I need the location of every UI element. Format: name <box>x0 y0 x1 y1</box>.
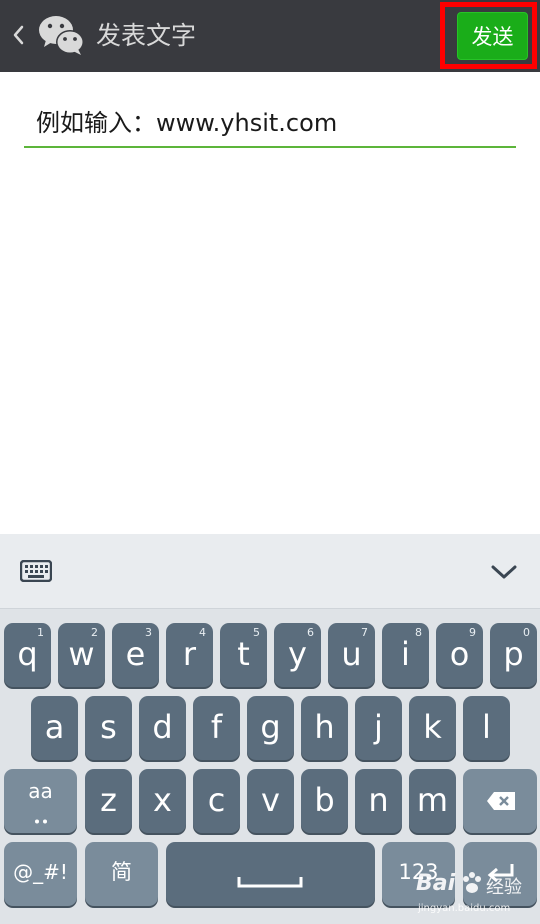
key-e[interactable]: 3e <box>112 623 159 687</box>
post-text-input[interactable]: 例如输入：www.yhsit.com <box>24 100 516 148</box>
key-y[interactable]: 6y <box>274 623 321 687</box>
key-r[interactable]: 4r <box>166 623 213 687</box>
key-o[interactable]: 9o <box>436 623 483 687</box>
key-h[interactable]: h <box>301 696 348 760</box>
key-p[interactable]: 0p <box>490 623 537 687</box>
key-d[interactable]: d <box>139 696 186 760</box>
key-t[interactable]: 5t <box>220 623 267 687</box>
back-arrow-icon[interactable] <box>10 20 28 50</box>
wechat-logo-icon <box>39 16 84 55</box>
key-v[interactable]: v <box>247 769 294 833</box>
key-z[interactable]: z <box>85 769 132 833</box>
page-title: 发表文字 <box>96 21 197 50</box>
backspace-icon <box>487 792 515 810</box>
post-text-value: 例如输入：www.yhsit.com <box>36 109 338 137</box>
key-f[interactable]: f <box>193 696 240 760</box>
key-a[interactable]: a <box>31 696 78 760</box>
backspace-key[interactable] <box>463 769 537 833</box>
key-s[interactable]: s <box>85 696 132 760</box>
space-key[interactable] <box>166 842 375 906</box>
key-b[interactable]: b <box>301 769 348 833</box>
baidu-paw-icon <box>463 872 481 893</box>
watermark-url: jingyan.baidu.com <box>418 903 511 914</box>
key-g[interactable]: g <box>247 696 294 760</box>
collapse-keyboard-icon[interactable] <box>490 562 518 582</box>
key-m[interactable]: m <box>409 769 456 833</box>
key-u[interactable]: 7u <box>328 623 375 687</box>
keyboard-toolbar <box>0 534 540 609</box>
send-button[interactable]: 发送 <box>457 12 528 60</box>
shift-dots-icon <box>35 809 47 824</box>
key-l[interactable]: l <box>463 696 510 760</box>
shift-key[interactable]: aa <box>4 769 77 833</box>
key-n[interactable]: n <box>355 769 402 833</box>
key-i[interactable]: 8i <box>382 623 429 687</box>
key-k[interactable]: k <box>409 696 456 760</box>
watermark-brand-2: 经验 <box>486 877 522 898</box>
language-key[interactable]: 简 <box>85 842 158 906</box>
space-bar-icon <box>237 877 303 888</box>
key-j[interactable]: j <box>355 696 402 760</box>
key-x[interactable]: x <box>139 769 186 833</box>
key-w[interactable]: 2w <box>58 623 105 687</box>
key-q[interactable]: 1q <box>4 623 51 687</box>
key-c[interactable]: c <box>193 769 240 833</box>
symbols-key[interactable]: @_#! <box>4 842 77 906</box>
baidu-jingyan-watermark: Bai 经验 jingyan.baidu.com <box>398 865 540 923</box>
keyboard-icon[interactable] <box>20 560 52 582</box>
top-bar: 发表文字 发送 <box>0 0 540 72</box>
watermark-brand: Bai <box>416 871 456 896</box>
